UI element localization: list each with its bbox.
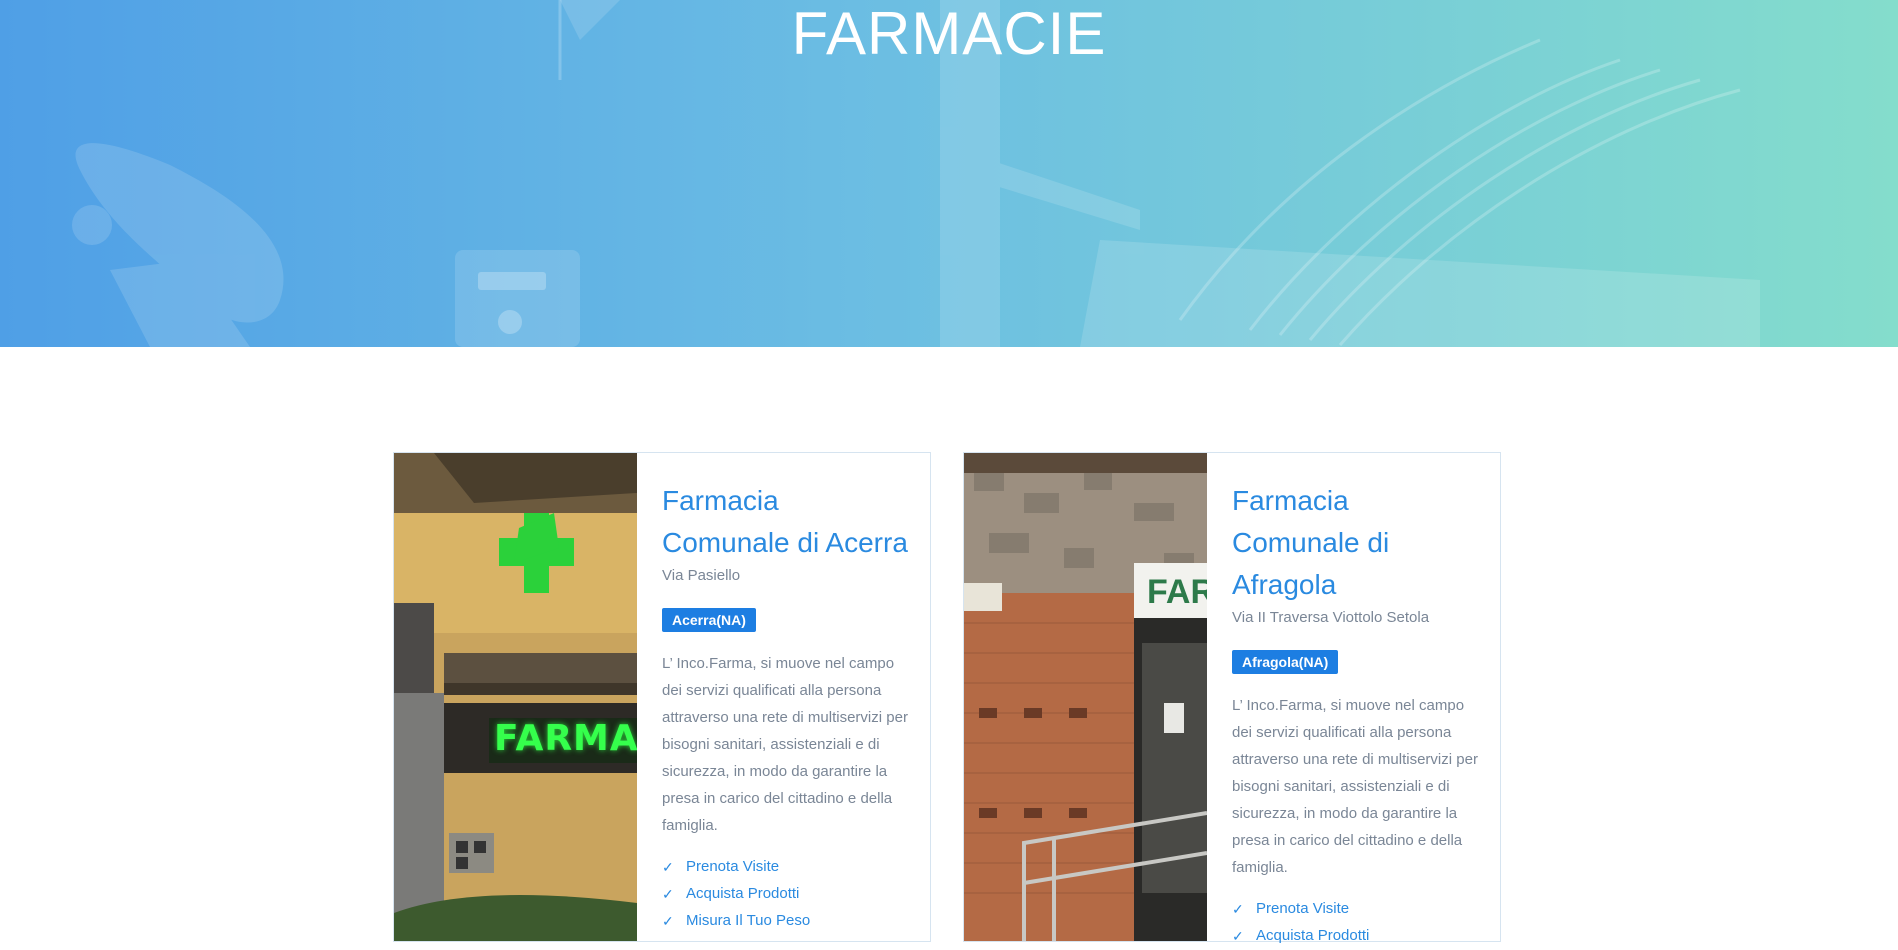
- page-title: FARMACIE: [791, 0, 1107, 67]
- pharmacy-address: Via II Traversa Viottolo Setola: [1232, 609, 1430, 626]
- pharmacy-description: L’ Inco.Farma, si muove nel campo dei se…: [662, 655, 908, 834]
- check-icon: ✓: [1232, 901, 1244, 917]
- feature-item: ✓ Acquista Prodotti: [662, 880, 912, 907]
- pharmacy-photo-afragola: FAR: [964, 453, 1207, 941]
- check-icon: ✓: [662, 859, 674, 875]
- pharmacy-sign: FARMA: [494, 718, 637, 759]
- feature-list: ✓ Prenota Visite ✓ Acquista Prodotti: [1232, 895, 1482, 949]
- pharmacy-description: L’ Inco.Farma, si muove nel campo dei se…: [1232, 697, 1478, 876]
- pharmacy-card-acerra[interactable]: FARMA Farmacia Comunale di Acerra Via Pa…: [393, 452, 931, 942]
- pharmacy-address: Via Pasiello: [662, 567, 741, 584]
- feature-item: ✓ Prenota Visite: [1232, 895, 1482, 922]
- feature-item: ✓ Prenota Visite: [662, 853, 912, 880]
- feature-label: Prenota Visite: [1256, 900, 1350, 917]
- check-icon: ✓: [662, 913, 674, 929]
- pharmacy-card-afragola[interactable]: FAR Farmacia Comunale di Afragola Via II…: [963, 452, 1501, 944]
- feature-list: ✓ Prenota Visite ✓ Acquista Prodotti ✓ Misu…: [662, 853, 912, 934]
- svg-text:FAR: FAR: [1147, 573, 1207, 611]
- city-badge: Acerra(NA): [662, 608, 756, 632]
- city-badge: Afragola(NA): [1232, 650, 1339, 674]
- feature-item: ✓ Misura Il Tuo Peso: [662, 907, 912, 934]
- check-icon: ✓: [662, 886, 674, 902]
- feature-label: Acquista Prodotti: [686, 885, 800, 902]
- pharmacy-photo-acerra: FARMA: [394, 453, 637, 941]
- hero-banner: FARMACIE: [0, 0, 1898, 347]
- feature-label: Misura Il Tuo Peso: [686, 912, 811, 929]
- feature-label: Acquista Prodotti: [1256, 927, 1370, 944]
- pharmacy-name[interactable]: Farmacia Comunale di Acerra: [662, 480, 912, 564]
- check-icon: ✓: [1232, 928, 1244, 944]
- feature-item: ✓ Acquista Prodotti: [1232, 922, 1482, 949]
- pharmacy-name[interactable]: Farmacia Comunale di Afragola: [1232, 480, 1482, 606]
- feature-label: Prenota Visite: [686, 858, 780, 875]
